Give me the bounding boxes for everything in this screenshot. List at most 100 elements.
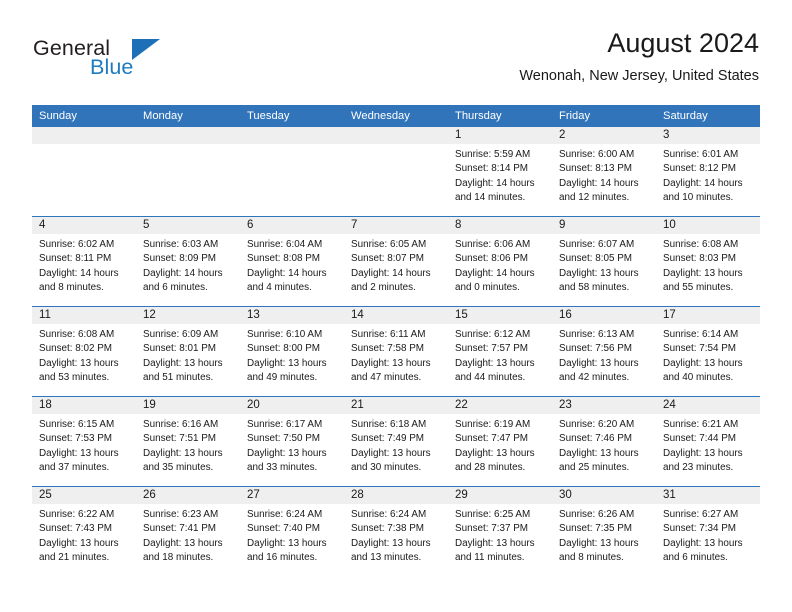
daylight-text-line1: Daylight: 14 hours xyxy=(455,177,535,189)
calendar-day-cell[interactable]: 6 Sunrise: 6:04 AM Sunset: 8:08 PM Dayli… xyxy=(240,216,344,307)
calendar-day-cell[interactable]: 10 Sunrise: 6:08 AM Sunset: 8:03 PM Dayl… xyxy=(656,216,760,307)
calendar-day-cell[interactable]: 9 Sunrise: 6:07 AM Sunset: 8:05 PM Dayli… xyxy=(552,216,656,307)
calendar-day-cell[interactable]: 5 Sunrise: 6:03 AM Sunset: 8:09 PM Dayli… xyxy=(136,216,240,307)
day-details: Sunrise: 6:19 AM Sunset: 7:47 PM Dayligh… xyxy=(448,414,552,475)
sunset-text: Sunset: 7:54 PM xyxy=(663,343,737,355)
sunset-text: Sunset: 7:56 PM xyxy=(559,343,633,355)
calendar-day-cell[interactable]: 22 Sunrise: 6:19 AM Sunset: 7:47 PM Dayl… xyxy=(448,396,552,487)
sunrise-text: Sunrise: 6:01 AM xyxy=(663,149,739,160)
calendar-day-cell[interactable]: 17 Sunrise: 6:14 AM Sunset: 7:54 PM Dayl… xyxy=(656,306,760,397)
calendar-day-cell[interactable]: 3 Sunrise: 6:01 AM Sunset: 8:12 PM Dayli… xyxy=(656,127,760,217)
calendar-day-cell[interactable]: 23 Sunrise: 6:20 AM Sunset: 7:46 PM Dayl… xyxy=(552,396,656,487)
calendar-day-cell[interactable]: 14 Sunrise: 6:11 AM Sunset: 7:58 PM Dayl… xyxy=(344,306,448,397)
daylight-text-line2: and 33 minutes. xyxy=(247,461,318,473)
daylight-text-line2: and 18 minutes. xyxy=(143,551,214,563)
calendar-week-row: 1 Sunrise: 5:59 AM Sunset: 8:14 PM Dayli… xyxy=(32,127,760,217)
calendar-body: 1 Sunrise: 5:59 AM Sunset: 8:14 PM Dayli… xyxy=(32,127,760,576)
calendar-day-cell[interactable]: 25 Sunrise: 6:22 AM Sunset: 7:43 PM Dayl… xyxy=(32,486,136,576)
sunrise-text: Sunrise: 6:26 AM xyxy=(559,509,635,520)
calendar-day-cell[interactable]: 2 Sunrise: 6:00 AM Sunset: 8:13 PM Dayli… xyxy=(552,127,656,217)
calendar-day-cell[interactable] xyxy=(344,127,448,217)
calendar-day-cell[interactable]: 24 Sunrise: 6:21 AM Sunset: 7:44 PM Dayl… xyxy=(656,396,760,487)
calendar-page: General Blue August 2024 Wenonah, New Je… xyxy=(0,0,792,612)
calendar-day-cell[interactable]: 4 Sunrise: 6:02 AM Sunset: 8:11 PM Dayli… xyxy=(32,216,136,307)
sunset-text: Sunset: 8:01 PM xyxy=(143,343,217,355)
sunrise-text: Sunrise: 6:10 AM xyxy=(247,329,323,340)
sunrise-text: Sunrise: 6:13 AM xyxy=(559,329,635,340)
daylight-text-line1: Daylight: 14 hours xyxy=(247,267,327,279)
calendar-day-cell[interactable] xyxy=(32,127,136,217)
sunrise-text: Sunrise: 6:18 AM xyxy=(351,419,427,430)
day-details xyxy=(136,144,240,148)
sunset-text: Sunset: 7:44 PM xyxy=(663,433,737,445)
calendar-day-cell[interactable]: 31 Sunrise: 6:27 AM Sunset: 7:34 PM Dayl… xyxy=(656,486,760,576)
calendar-day-cell[interactable]: 8 Sunrise: 6:06 AM Sunset: 8:06 PM Dayli… xyxy=(448,216,552,307)
calendar-table: Sunday Monday Tuesday Wednesday Thursday… xyxy=(32,105,760,576)
day-details: Sunrise: 6:00 AM Sunset: 8:13 PM Dayligh… xyxy=(552,144,656,205)
daylight-text-line2: and 4 minutes. xyxy=(247,281,312,293)
day-number xyxy=(344,127,448,144)
sunrise-text: Sunrise: 6:17 AM xyxy=(247,419,323,430)
daylight-text-line1: Daylight: 14 hours xyxy=(351,267,431,279)
day-number xyxy=(32,127,136,144)
calendar-day-cell[interactable]: 26 Sunrise: 6:23 AM Sunset: 7:41 PM Dayl… xyxy=(136,486,240,576)
calendar-day-cell[interactable]: 19 Sunrise: 6:16 AM Sunset: 7:51 PM Dayl… xyxy=(136,396,240,487)
weekday-header-sunday: Sunday xyxy=(32,105,136,127)
brand-logo[interactable]: General Blue xyxy=(33,36,233,86)
calendar-day-cell[interactable] xyxy=(240,127,344,217)
day-details: Sunrise: 6:07 AM Sunset: 8:05 PM Dayligh… xyxy=(552,234,656,295)
daylight-text-line2: and 55 minutes. xyxy=(663,281,734,293)
day-details: Sunrise: 6:24 AM Sunset: 7:40 PM Dayligh… xyxy=(240,504,344,565)
calendar-day-cell[interactable]: 27 Sunrise: 6:24 AM Sunset: 7:40 PM Dayl… xyxy=(240,486,344,576)
calendar-day-cell[interactable]: 13 Sunrise: 6:10 AM Sunset: 8:00 PM Dayl… xyxy=(240,306,344,397)
day-number: 26 xyxy=(136,487,240,504)
daylight-text-line1: Daylight: 13 hours xyxy=(455,537,535,549)
day-number: 2 xyxy=(552,127,656,144)
calendar-day-cell[interactable]: 1 Sunrise: 5:59 AM Sunset: 8:14 PM Dayli… xyxy=(448,127,552,217)
day-number: 7 xyxy=(344,217,448,234)
sunset-text: Sunset: 7:50 PM xyxy=(247,433,321,445)
day-details: Sunrise: 6:09 AM Sunset: 8:01 PM Dayligh… xyxy=(136,324,240,385)
calendar-day-cell[interactable]: 29 Sunrise: 6:25 AM Sunset: 7:37 PM Dayl… xyxy=(448,486,552,576)
sunrise-text: Sunrise: 6:12 AM xyxy=(455,329,531,340)
sunrise-text: Sunrise: 6:24 AM xyxy=(247,509,323,520)
daylight-text-line1: Daylight: 13 hours xyxy=(559,267,639,279)
daylight-text-line2: and 8 minutes. xyxy=(39,281,104,293)
sunrise-text: Sunrise: 5:59 AM xyxy=(455,149,531,160)
daylight-text-line2: and 10 minutes. xyxy=(663,191,734,203)
sunrise-text: Sunrise: 6:20 AM xyxy=(559,419,635,430)
calendar-week-row: 4 Sunrise: 6:02 AM Sunset: 8:11 PM Dayli… xyxy=(32,216,760,307)
day-details: Sunrise: 6:11 AM Sunset: 7:58 PM Dayligh… xyxy=(344,324,448,385)
calendar-day-cell[interactable]: 16 Sunrise: 6:13 AM Sunset: 7:56 PM Dayl… xyxy=(552,306,656,397)
title-block: August 2024 Wenonah, New Jersey, United … xyxy=(519,28,759,84)
daylight-text-line1: Daylight: 13 hours xyxy=(247,447,327,459)
calendar-grid: Sunday Monday Tuesday Wednesday Thursday… xyxy=(32,105,760,576)
calendar-day-cell[interactable]: 7 Sunrise: 6:05 AM Sunset: 8:07 PM Dayli… xyxy=(344,216,448,307)
daylight-text-line1: Daylight: 14 hours xyxy=(39,267,119,279)
calendar-day-cell[interactable]: 20 Sunrise: 6:17 AM Sunset: 7:50 PM Dayl… xyxy=(240,396,344,487)
daylight-text-line2: and 28 minutes. xyxy=(455,461,526,473)
day-details: Sunrise: 6:12 AM Sunset: 7:57 PM Dayligh… xyxy=(448,324,552,385)
sunset-text: Sunset: 7:57 PM xyxy=(455,343,529,355)
calendar-day-cell[interactable]: 30 Sunrise: 6:26 AM Sunset: 7:35 PM Dayl… xyxy=(552,486,656,576)
daylight-text-line2: and 49 minutes. xyxy=(247,371,318,383)
day-details: Sunrise: 6:17 AM Sunset: 7:50 PM Dayligh… xyxy=(240,414,344,475)
calendar-day-cell[interactable]: 15 Sunrise: 6:12 AM Sunset: 7:57 PM Dayl… xyxy=(448,306,552,397)
calendar-day-cell[interactable]: 11 Sunrise: 6:08 AM Sunset: 8:02 PM Dayl… xyxy=(32,306,136,397)
day-number: 8 xyxy=(448,217,552,234)
day-number: 15 xyxy=(448,307,552,324)
day-details: Sunrise: 6:15 AM Sunset: 7:53 PM Dayligh… xyxy=(32,414,136,475)
sunset-text: Sunset: 8:03 PM xyxy=(663,253,737,265)
daylight-text-line1: Daylight: 13 hours xyxy=(39,357,119,369)
calendar-day-cell[interactable]: 12 Sunrise: 6:09 AM Sunset: 8:01 PM Dayl… xyxy=(136,306,240,397)
calendar-day-cell[interactable]: 18 Sunrise: 6:15 AM Sunset: 7:53 PM Dayl… xyxy=(32,396,136,487)
calendar-week-row: 25 Sunrise: 6:22 AM Sunset: 7:43 PM Dayl… xyxy=(32,486,760,576)
calendar-day-cell[interactable]: 28 Sunrise: 6:24 AM Sunset: 7:38 PM Dayl… xyxy=(344,486,448,576)
daylight-text-line1: Daylight: 13 hours xyxy=(39,447,119,459)
day-number: 4 xyxy=(32,217,136,234)
sunrise-text: Sunrise: 6:02 AM xyxy=(39,239,115,250)
day-details: Sunrise: 6:25 AM Sunset: 7:37 PM Dayligh… xyxy=(448,504,552,565)
day-number: 23 xyxy=(552,397,656,414)
calendar-day-cell[interactable] xyxy=(136,127,240,217)
calendar-day-cell[interactable]: 21 Sunrise: 6:18 AM Sunset: 7:49 PM Dayl… xyxy=(344,396,448,487)
